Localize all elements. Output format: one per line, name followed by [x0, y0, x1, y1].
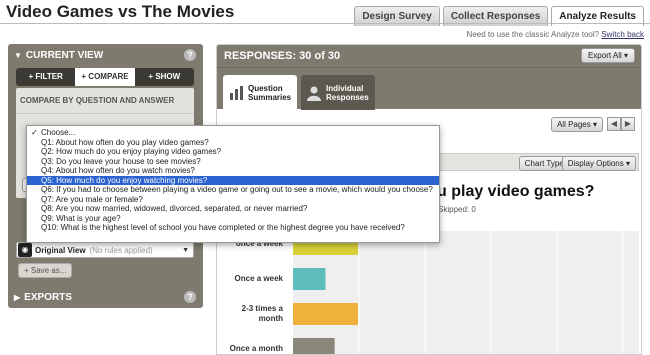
- classic-notice-text: Need to use the classic Analyze tool?: [466, 30, 600, 39]
- chart-type-label: Chart Type: [524, 159, 564, 168]
- person-icon: [307, 86, 321, 101]
- dropdown-option-label: Q10: What is the highest level of school…: [41, 223, 405, 232]
- bar-category-label: Once a month: [229, 344, 283, 353]
- question-meta: Skipped: 0: [438, 205, 476, 214]
- next-page-icon[interactable]: ▶: [621, 117, 635, 131]
- chevron-down-icon: ▾: [623, 51, 628, 60]
- dropdown-option[interactable]: Q1: About how often do you play video ga…: [27, 138, 439, 148]
- chevron-down-icon: ▼: [182, 246, 189, 254]
- dropdown-option[interactable]: Q8: Are you now married, widowed, divorc…: [27, 204, 439, 214]
- all-pages-label: All Pages: [556, 120, 591, 129]
- exports-header[interactable]: ▶ EXPORTS: [8, 288, 203, 306]
- tab-question-summaries-label: Question Summaries: [248, 83, 292, 102]
- dropdown-option-label: Q6: If you had to choose between playing…: [41, 185, 433, 194]
- bar: [293, 303, 358, 325]
- dropdown-option[interactable]: Q4: About how often do you watch movies?: [27, 166, 439, 176]
- dropdown-option-label: Q5: How much do you enjoy watching movie…: [41, 175, 208, 185]
- display-options-button[interactable]: Display Options ▾: [561, 156, 636, 171]
- switch-back-link[interactable]: Switch back: [601, 30, 644, 39]
- bar-chart: [293, 231, 639, 354]
- caret-right-icon: ▶: [14, 292, 21, 302]
- dropdown-option-label: Q7: Are you male or female?: [41, 194, 143, 204]
- exports-help-icon[interactable]: ?: [184, 291, 196, 303]
- export-all-label: Export All: [587, 51, 622, 60]
- bar-chart-icon: [230, 85, 243, 100]
- dropdown-option[interactable]: Q9: What is your age?: [27, 214, 439, 224]
- compare-button[interactable]: + COMPARE: [75, 68, 135, 86]
- exports-title: EXPORTS: [24, 291, 72, 303]
- help-icon[interactable]: ?: [184, 49, 196, 61]
- responses-tabs-bar: Question Summaries Individual Responses: [217, 67, 641, 110]
- tab-individual-responses-label: Individual Responses: [326, 83, 369, 102]
- prev-page-icon[interactable]: ◀: [607, 117, 621, 131]
- page-nav: ◀ ▶: [607, 117, 635, 131]
- filter-button[interactable]: + FILTER: [16, 68, 75, 86]
- view-note: (No rules applied): [89, 245, 153, 255]
- save-as-button[interactable]: + Save as...: [18, 263, 73, 278]
- compare-question-dropdown[interactable]: ✓ Choose... Q1: About how often do you pla…: [26, 125, 440, 243]
- bar: [293, 268, 326, 290]
- show-button[interactable]: + SHOW: [135, 68, 194, 86]
- bar-category-label: Once a week: [234, 274, 283, 283]
- bar-category-label: 2-3 times a month: [241, 304, 283, 323]
- tab-individual-responses[interactable]: Individual Responses: [301, 75, 375, 110]
- caret-down-icon: ▼: [14, 50, 22, 60]
- all-pages-button[interactable]: All Pages ▾: [550, 117, 603, 132]
- dropdown-option-label: Q3: Do you leave your house to see movie…: [41, 156, 201, 166]
- tab-question-summaries[interactable]: Question Summaries: [223, 75, 297, 110]
- dropdown-option-label: Q4: About how often do you watch movies?: [41, 166, 195, 175]
- export-all-button[interactable]: Export All ▾: [580, 48, 635, 63]
- dropdown-option-label: Q2: How much do you enjoy playing video …: [41, 147, 222, 156]
- display-options-label: Display Options: [567, 159, 624, 168]
- header-divider: [0, 23, 650, 24]
- bar: [293, 338, 335, 354]
- chevron-down-icon: ▾: [592, 120, 597, 129]
- question-title: u play video games?: [437, 183, 595, 200]
- chevron-down-icon: ▾: [625, 159, 630, 168]
- compare-title: COMPARE BY QUESTION AND ANSWER: [16, 88, 194, 114]
- view-name: Original View: [35, 245, 86, 255]
- page-title: Video Games vs The Movies: [6, 2, 235, 21]
- dropdown-option-label: Q9: What is your age?: [41, 213, 121, 223]
- dropdown-option[interactable]: Q7: Are you male or female?: [27, 195, 439, 205]
- dropdown-option[interactable]: Q6: If you had to choose between playing…: [27, 185, 439, 195]
- dropdown-option-label: Q8: Are you now married, widowed, divorc…: [41, 204, 308, 213]
- current-view-title: CURRENT VIEW: [25, 49, 104, 61]
- dropdown-option[interactable]: Q3: Do you leave your house to see movie…: [27, 157, 439, 167]
- dropdown-option-label: Choose...: [41, 128, 76, 137]
- responses-count: RESPONSES: 30 of 30: [217, 45, 641, 67]
- dropdown-option-label: Q1: About how often do you play video ga…: [41, 137, 209, 147]
- dropdown-option[interactable]: Q10: What is the highest level of school…: [27, 223, 439, 233]
- eye-icon: ◉: [18, 243, 32, 257]
- classic-notice: Need to use the classic Analyze tool? Sw…: [467, 30, 644, 39]
- view-mode-segments: + FILTER + COMPARE + SHOW: [16, 68, 194, 86]
- dropdown-option-choose[interactable]: ✓ Choose...: [27, 128, 439, 138]
- dropdown-option[interactable]: Q5: How much do you enjoy watching movie…: [27, 175, 439, 185]
- checkmark-icon: ✓: [31, 128, 38, 137]
- view-selector[interactable]: ◉ Original View (No rules applied) ▼: [16, 242, 194, 258]
- current-view-header[interactable]: ▼ CURRENT VIEW: [8, 44, 203, 66]
- dropdown-option[interactable]: Q2: How much do you enjoy playing video …: [27, 147, 439, 157]
